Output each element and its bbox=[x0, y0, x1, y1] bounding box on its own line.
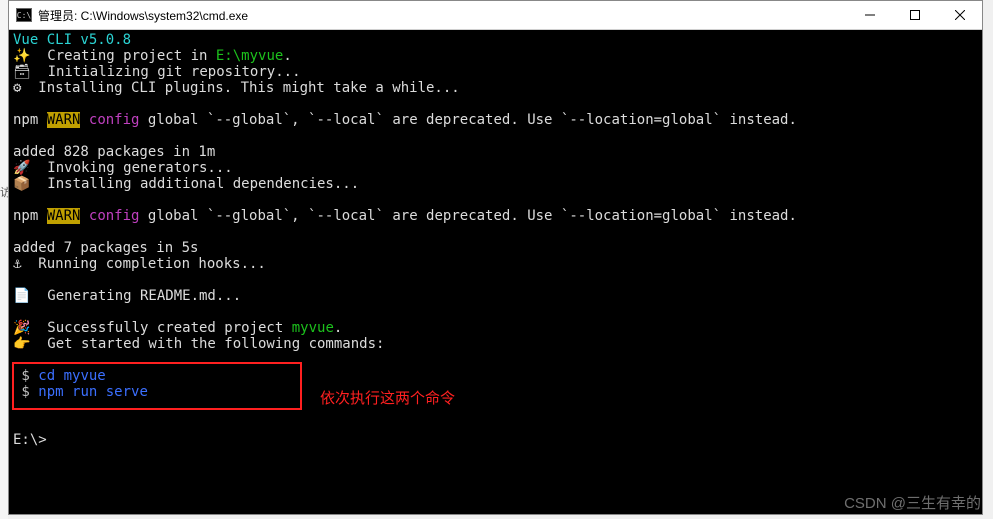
project-name: myvue bbox=[292, 320, 334, 336]
text-line: 👉 Get started with the following command… bbox=[13, 336, 384, 352]
text-line: 🎉 Successfully created project bbox=[13, 320, 292, 336]
npm-label: npm bbox=[13, 208, 38, 224]
npm-label: npm bbox=[13, 112, 38, 128]
config-label: config bbox=[89, 208, 140, 224]
text-line: 🗃 Initializing git repository... bbox=[13, 64, 301, 80]
text-line: ⚓ Running completion hooks... bbox=[13, 256, 266, 272]
text-line: ✨ Creating project in bbox=[13, 48, 216, 64]
text-line: Vue CLI v5.0.8 bbox=[13, 32, 131, 48]
window-controls bbox=[847, 1, 982, 29]
text-line: 🚀 Invoking generators... bbox=[13, 160, 233, 176]
text-line: added 828 packages in 1m bbox=[13, 144, 215, 160]
text-line: global `--global`, `--local` are depreca… bbox=[139, 208, 796, 224]
warn-badge: WARN bbox=[47, 112, 81, 128]
bg-char: 访 bbox=[0, 188, 8, 199]
annotation-text: 依次执行这两个命令 bbox=[320, 387, 455, 408]
text-line: 📦 Installing additional dependencies... bbox=[13, 176, 359, 192]
window-title: 管理员: C:\Windows\system32\cmd.exe bbox=[38, 7, 847, 24]
prompt-symbol: $ bbox=[13, 384, 38, 400]
maximize-button[interactable] bbox=[892, 1, 937, 29]
titlebar[interactable]: C:\ 管理员: C:\Windows\system32\cmd.exe bbox=[9, 1, 982, 30]
text-line: ⚙ Installing CLI plugins. This might tak… bbox=[13, 80, 460, 96]
minimize-button[interactable] bbox=[847, 1, 892, 29]
terminal-output[interactable]: Vue CLI v5.0.8 ✨ Creating project in E:\… bbox=[9, 30, 982, 514]
config-label: config bbox=[89, 112, 140, 128]
text-line: 📄 Generating README.md... bbox=[13, 288, 241, 304]
text-line: global `--global`, `--local` are depreca… bbox=[139, 112, 796, 128]
background-strip: 访 bbox=[0, 0, 8, 519]
text-path: E:\myvue bbox=[216, 48, 283, 64]
warn-badge: WARN bbox=[47, 208, 81, 224]
prompt-symbol: $ bbox=[13, 368, 38, 384]
cmd-window: C:\ 管理员: C:\Windows\system32\cmd.exe Vue… bbox=[8, 0, 983, 515]
command-text: npm run serve bbox=[38, 384, 148, 400]
prompt: E:\> bbox=[13, 432, 47, 448]
cmd-icon: C:\ bbox=[16, 8, 32, 22]
command-text: cd myvue bbox=[38, 368, 105, 384]
close-button[interactable] bbox=[937, 1, 982, 29]
text-line: added 7 packages in 5s bbox=[13, 240, 198, 256]
